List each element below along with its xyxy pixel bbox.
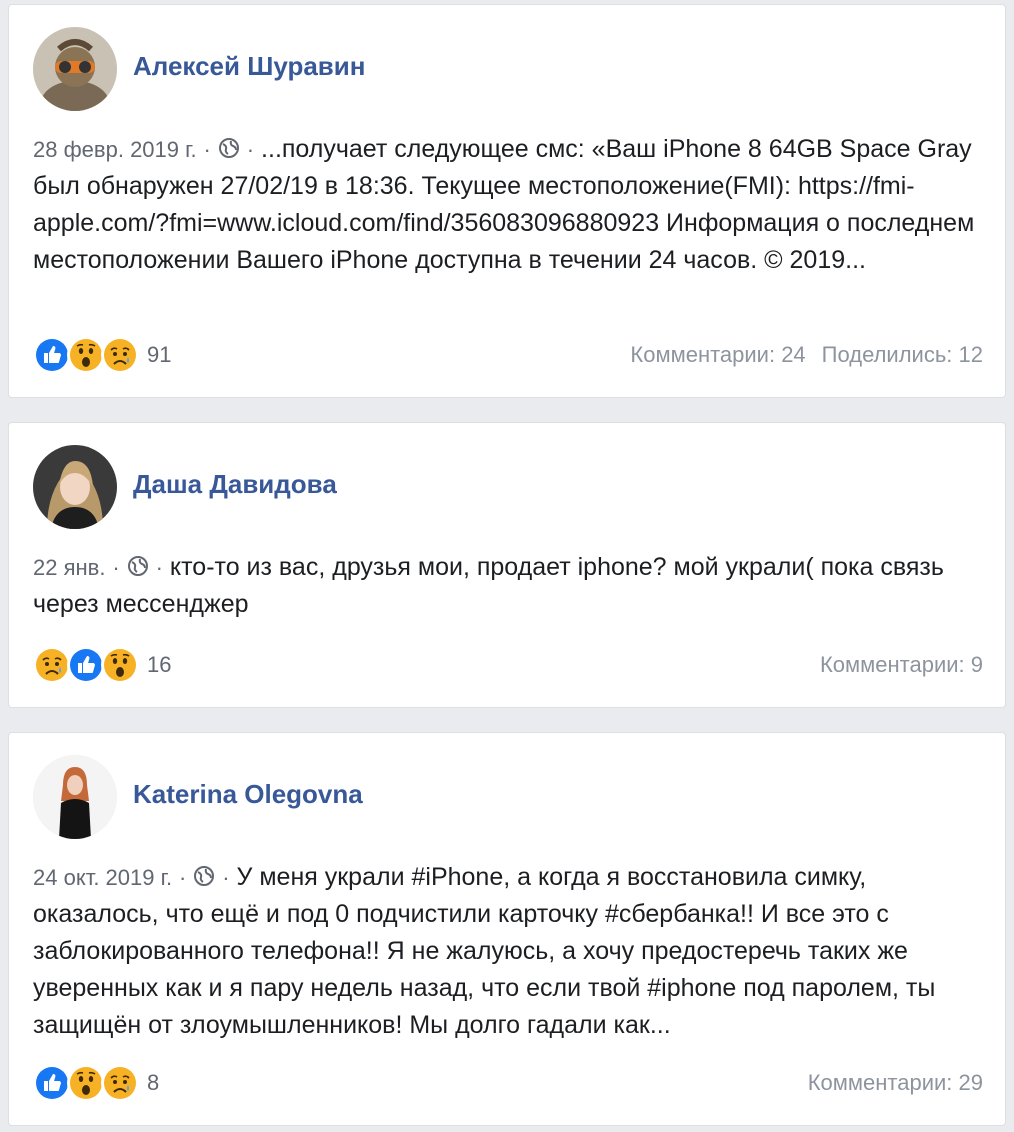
- post-footer: 8 Комментарии: 29: [33, 1063, 983, 1103]
- shares-link[interactable]: Поделились: 12: [822, 342, 983, 368]
- post-body: 28 февр. 2019 г. · · ...получает следующ…: [33, 131, 978, 279]
- post-card: Алексей Шуравин 28 февр. 2019 г. · · ...…: [8, 4, 1006, 398]
- sad-icon: [101, 1064, 139, 1102]
- wow-icon: [67, 1064, 105, 1102]
- reactions[interactable]: 91: [33, 335, 171, 375]
- post-card: Даша Давидова 22 янв. · · кто-то из вас,…: [8, 422, 1006, 708]
- like-icon: [33, 1064, 71, 1102]
- sad-icon: [33, 646, 71, 684]
- post-date[interactable]: 22 янв.: [33, 555, 105, 580]
- author-name[interactable]: Даша Давидова: [133, 469, 337, 500]
- author-name[interactable]: Katerina Olegovna: [133, 779, 363, 810]
- like-icon: [33, 336, 71, 374]
- post-card: Katerina Olegovna 24 окт. 2019 г. · · У …: [8, 732, 1006, 1126]
- meta-separator: ·: [246, 137, 255, 162]
- reaction-count[interactable]: 8: [147, 1070, 159, 1096]
- post-text: кто-то из вас, друзья мои, продает iphon…: [33, 553, 944, 618]
- globe-icon: [193, 865, 215, 887]
- post-stats: Комментарии: 9: [820, 645, 983, 685]
- like-icon: [67, 646, 105, 684]
- sad-icon: [101, 336, 139, 374]
- reaction-count[interactable]: 16: [147, 652, 171, 678]
- reaction-count[interactable]: 91: [147, 342, 171, 368]
- author-name[interactable]: Алексей Шуравин: [133, 51, 365, 82]
- wow-icon: [67, 336, 105, 374]
- post-stats: Комментарии: 29: [808, 1063, 983, 1103]
- avatar[interactable]: [33, 755, 117, 839]
- wow-icon: [101, 646, 139, 684]
- avatar[interactable]: [33, 445, 117, 529]
- post-footer: 16 Комментарии: 9: [33, 645, 983, 685]
- globe-icon: [127, 555, 149, 577]
- meta-separator: ·: [179, 865, 187, 890]
- post-body: 22 янв. · · кто-то из вас, друзья мои, п…: [33, 549, 978, 623]
- globe-icon: [218, 137, 240, 159]
- comments-link[interactable]: Комментарии: 24: [630, 342, 805, 368]
- reactions[interactable]: 8: [33, 1063, 159, 1103]
- meta-separator: ·: [222, 865, 230, 890]
- reactions[interactable]: 16: [33, 645, 171, 685]
- meta-separator: ·: [203, 137, 211, 162]
- post-footer: 91 Комментарии: 24 Поделились: 12: [33, 335, 983, 375]
- post-body: 24 окт. 2019 г. · · У меня украли #iPhon…: [33, 859, 978, 1044]
- meta-separator: ·: [112, 555, 120, 580]
- comments-link[interactable]: Комментарии: 9: [820, 652, 983, 678]
- avatar[interactable]: [33, 27, 117, 111]
- post-date[interactable]: 28 февр. 2019 г.: [33, 137, 197, 162]
- post-date[interactable]: 24 окт. 2019 г.: [33, 865, 172, 890]
- post-stats: Комментарии: 24 Поделились: 12: [630, 335, 983, 375]
- meta-separator: ·: [155, 555, 163, 580]
- comments-link[interactable]: Комментарии: 29: [808, 1070, 983, 1096]
